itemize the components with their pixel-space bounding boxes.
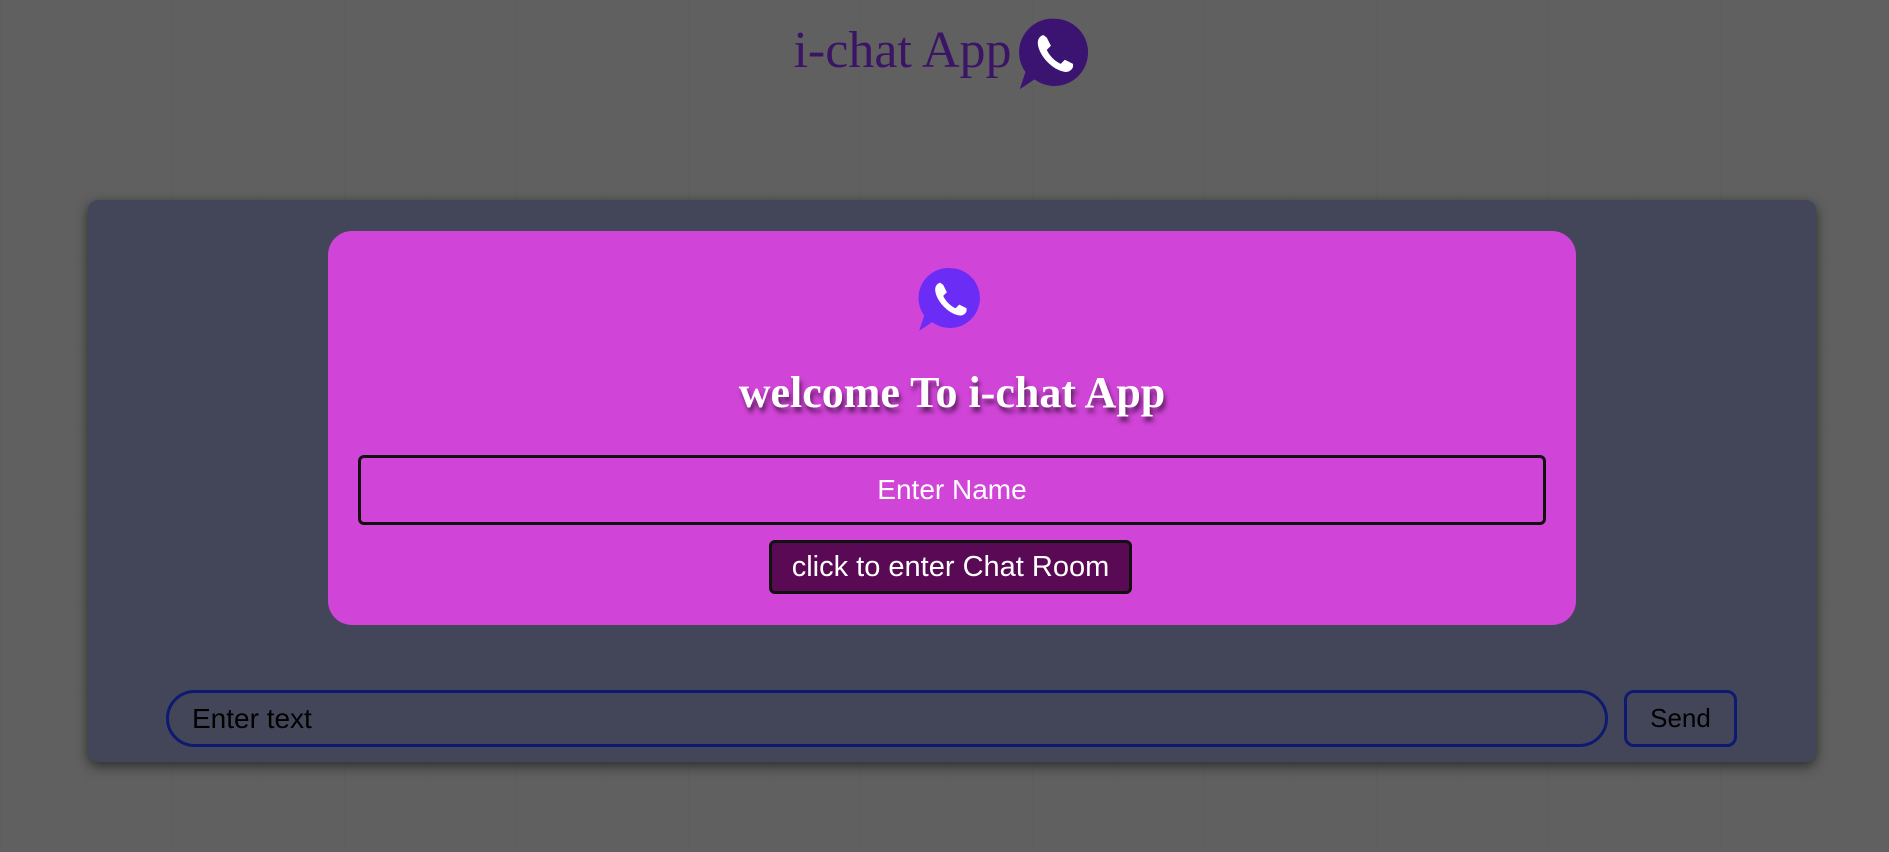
whatsapp-phone-icon — [918, 268, 980, 331]
name-input[interactable] — [358, 455, 1546, 525]
enter-chat-room-button[interactable]: click to enter Chat Room — [769, 540, 1132, 594]
welcome-heading: welcome To i-chat App — [738, 368, 1166, 417]
send-button[interactable]: Send — [1624, 690, 1737, 747]
whatsapp-phone-icon — [1018, 18, 1088, 90]
chat-panel: welcome To i-chat App click to enter Cha… — [88, 200, 1816, 762]
app-title: i-chat App — [793, 22, 1012, 79]
login-modal: welcome To i-chat App click to enter Cha… — [328, 231, 1576, 625]
message-input[interactable] — [166, 690, 1608, 747]
app-header: i-chat App — [0, 12, 1889, 96]
